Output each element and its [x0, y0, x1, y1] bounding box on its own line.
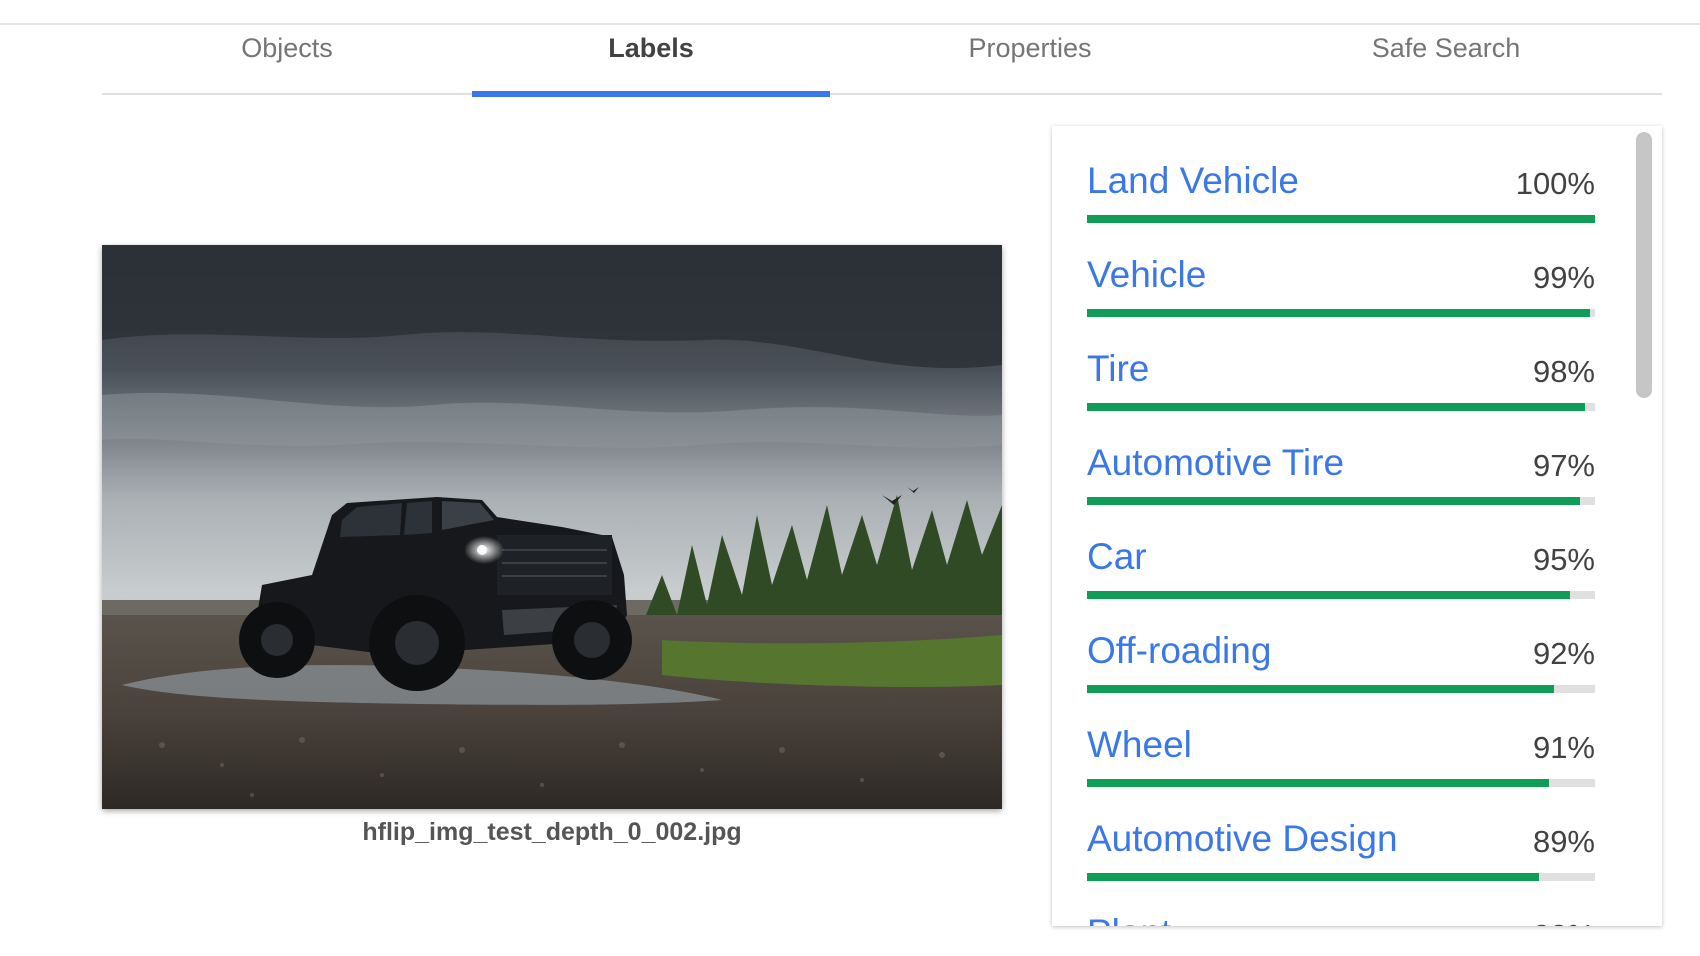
labels-panel[interactable]: Land Vehicle 100% Vehicle 99% Tire 98% A… — [1052, 126, 1662, 926]
label-score: 98% — [1532, 354, 1595, 389]
labels-scrollbar[interactable] — [1636, 132, 1652, 398]
confidence-bar — [1087, 873, 1595, 881]
label-name[interactable]: Tire — [1087, 348, 1149, 390]
confidence-bar — [1087, 403, 1595, 411]
label-item: Plant 88% — [1087, 912, 1595, 926]
confidence-bar — [1087, 591, 1595, 599]
label-item: Automotive Design 89% — [1087, 818, 1595, 898]
label-name[interactable]: Automotive Design — [1087, 818, 1398, 860]
confidence-bar — [1087, 497, 1595, 505]
analyzed-image — [102, 245, 1002, 809]
label-item: Off-roading 92% — [1087, 630, 1595, 710]
label-name[interactable]: Plant — [1087, 912, 1171, 926]
label-name[interactable]: Vehicle — [1087, 254, 1206, 296]
confidence-bar — [1087, 309, 1595, 317]
tab-objects[interactable]: Objects — [102, 25, 472, 95]
label-name[interactable]: Land Vehicle — [1087, 160, 1299, 202]
tab-bar: Objects Labels Properties Safe Search — [102, 25, 1662, 97]
label-name[interactable]: Car — [1087, 536, 1147, 578]
label-score: 88% — [1533, 918, 1595, 926]
image-filename: hflip_img_test_depth_0_002.jpg — [362, 818, 742, 846]
label-score: 97% — [1532, 448, 1595, 483]
confidence-bar — [1087, 779, 1595, 787]
label-item: Vehicle 99% — [1087, 254, 1595, 334]
tab-properties[interactable]: Properties — [830, 25, 1230, 95]
label-name[interactable]: Off-roading — [1087, 630, 1271, 672]
label-name[interactable]: Wheel — [1087, 724, 1192, 766]
label-item: Car 95% — [1087, 536, 1595, 616]
label-item: Land Vehicle 100% — [1087, 160, 1595, 240]
confidence-bar — [1087, 685, 1595, 693]
label-score: 92% — [1532, 636, 1595, 671]
label-item: Wheel 91% — [1087, 724, 1595, 804]
label-name[interactable]: Automotive Tire — [1087, 442, 1344, 484]
label-score: 91% — [1532, 730, 1595, 765]
confidence-bar — [1087, 215, 1595, 223]
label-item: Tire 98% — [1087, 348, 1595, 428]
label-score: 95% — [1532, 542, 1595, 577]
tab-safe-search[interactable]: Safe Search — [1230, 25, 1662, 95]
label-item: Automotive Tire 97% — [1087, 442, 1595, 522]
label-score: 100% — [1515, 166, 1595, 201]
label-score: 99% — [1532, 260, 1595, 295]
tab-labels[interactable]: Labels — [472, 25, 830, 97]
label-score: 89% — [1532, 824, 1595, 859]
